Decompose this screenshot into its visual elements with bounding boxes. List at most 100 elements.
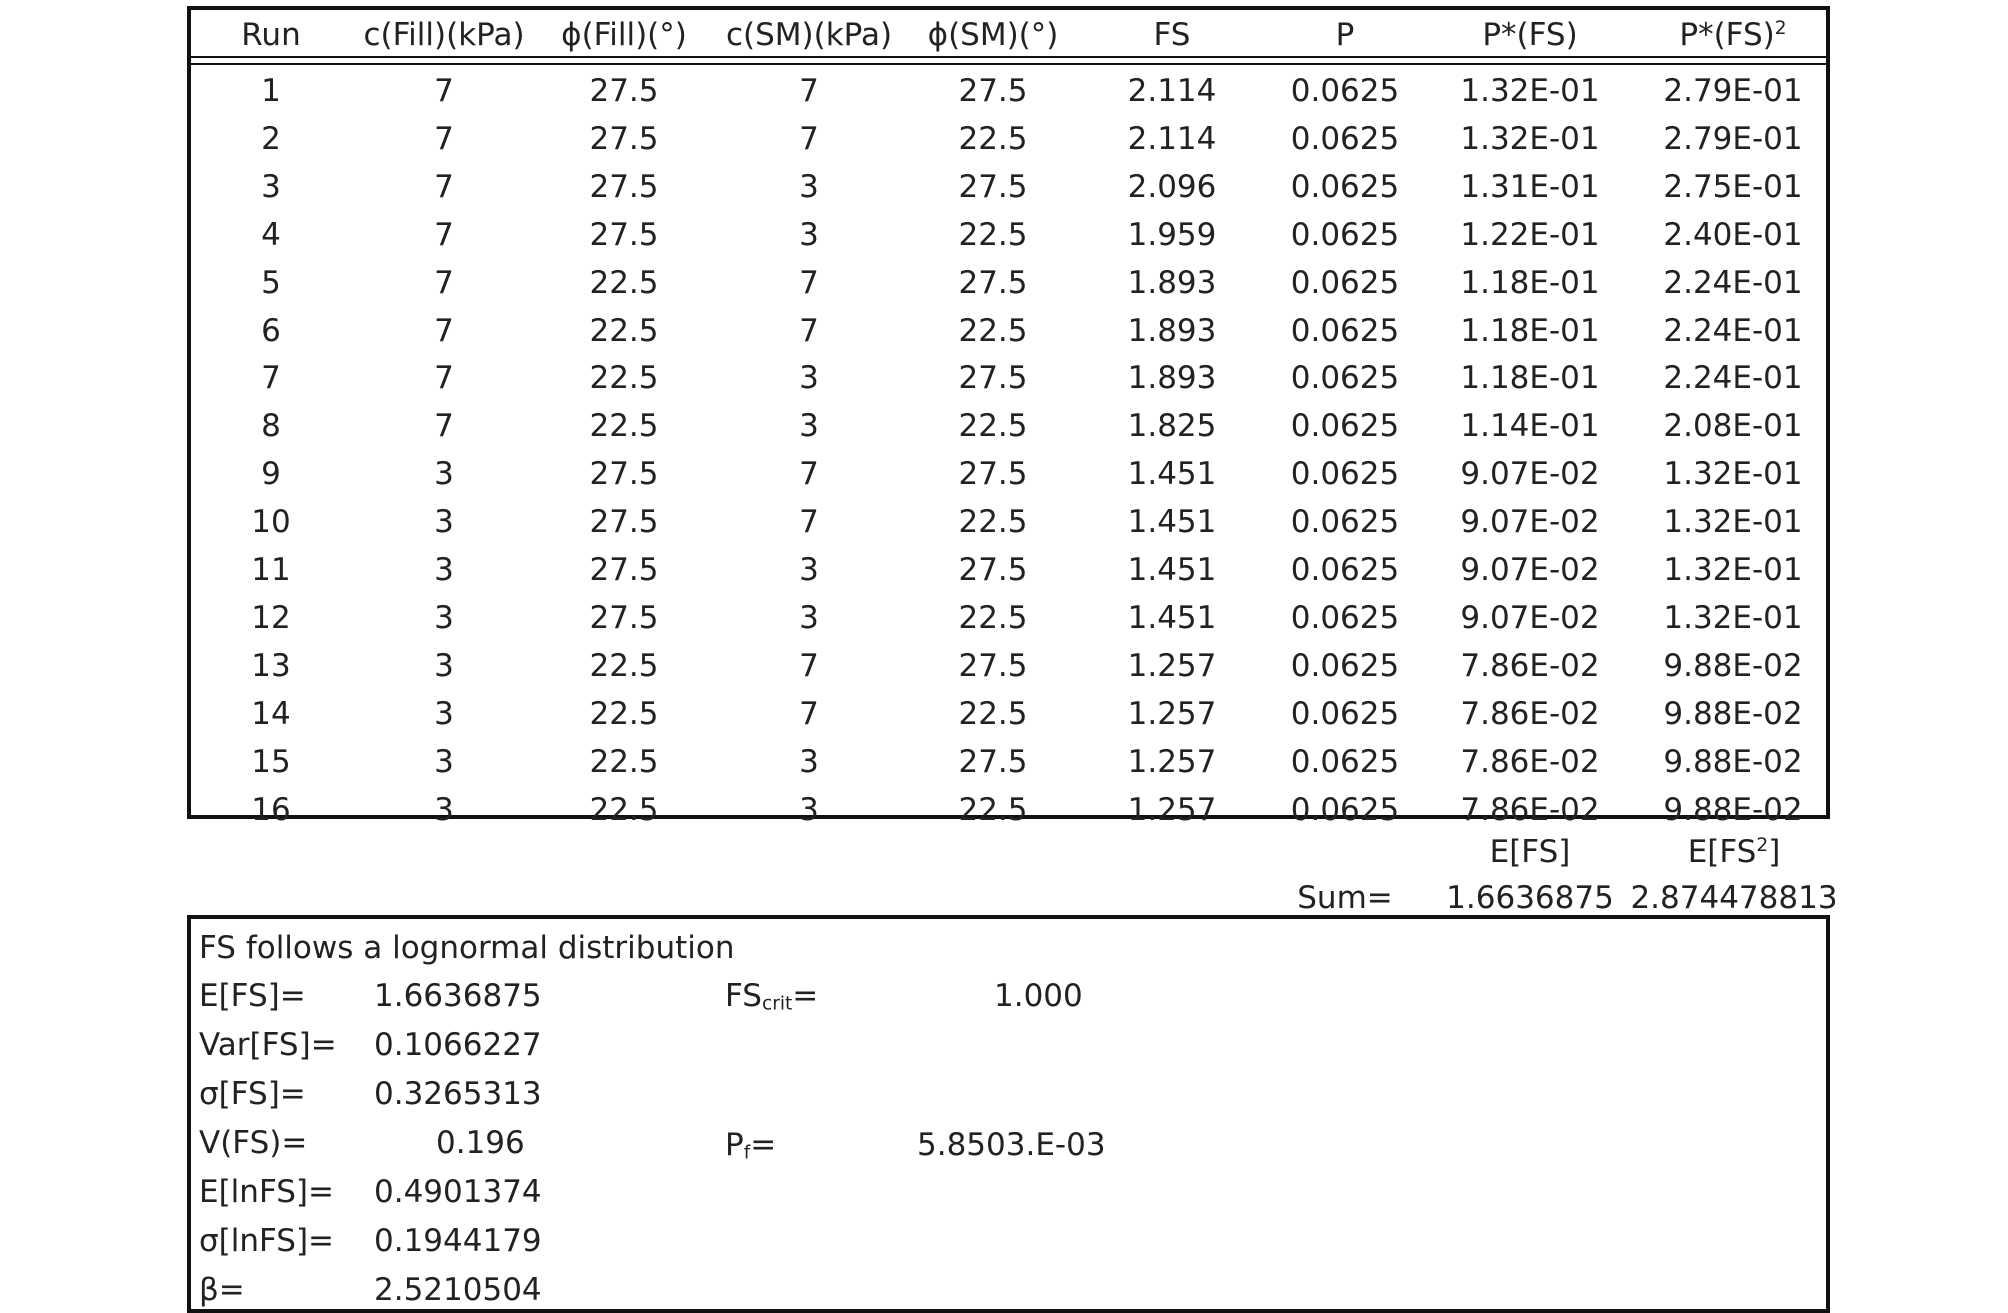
table-cell: 0.0625 (1290, 312, 1400, 349)
table-cell: 3 (434, 791, 454, 828)
table-cell: 10 (251, 504, 291, 541)
table-cell: 9.07E-02 (1460, 456, 1600, 493)
header-divider (191, 56, 1826, 58)
table-cell: 27.5 (589, 73, 659, 109)
table-cell: 22.5 (589, 743, 659, 780)
table-cell: 22.5 (958, 504, 1028, 541)
table-cell: 3 (434, 456, 454, 493)
table-cell: 0.0625 (1290, 743, 1400, 780)
table-row: 7 7 22.5 3 27.5 1.893 0.0625 1.18E-01 2.24E-01 (191, 357, 1826, 397)
table-row: 4 7 27.5 3 22.5 1.959 0.0625 1.22E-01 2.40E-01 (191, 214, 1826, 254)
lognormal-box: FS follows a lognormal distribution E[FS… (187, 915, 1830, 1313)
table-cell: 7 (434, 312, 454, 349)
table-cell: 22.5 (589, 408, 659, 445)
table-cell: 0.0625 (1290, 504, 1400, 541)
table-row: 9 3 27.5 7 27.5 1.451 0.0625 9.07E-02 1.32E-01 (191, 453, 1826, 493)
stat-label: β= (199, 1272, 245, 1308)
table-cell: 1.825 (1127, 408, 1217, 445)
table-cell: 8 (261, 408, 281, 445)
table-cell: 0.0625 (1290, 360, 1400, 397)
table-cell: 1.18E-01 (1460, 312, 1600, 349)
table-cell: 7 (434, 264, 454, 301)
efs-column-label: E[FS] (1489, 834, 1571, 870)
table-cell: 7 (799, 456, 819, 493)
table-cell: 1.451 (1127, 552, 1217, 588)
table-cell: 0.0625 (1290, 168, 1400, 205)
table-cell: 11 (251, 552, 291, 588)
table-cell: 9.88E-02 (1663, 647, 1803, 684)
table-cell: 12 (251, 599, 291, 636)
table-cell: 0.0625 (1290, 647, 1400, 684)
table-cell: 4 (261, 216, 281, 253)
table-row: 10 3 27.5 7 22.5 1.451 0.0625 9.07E-02 1.32E-01 (191, 501, 1826, 541)
table-cell: 27.5 (958, 73, 1028, 109)
table-cell: 1.32E-01 (1663, 599, 1803, 636)
sum-label: Sum= (1297, 880, 1393, 916)
table-cell: 7 (799, 264, 819, 301)
table-cell: 1.32E-01 (1460, 120, 1600, 157)
table-cell: 27.5 (589, 216, 659, 253)
table-cell: 13 (251, 647, 291, 684)
stat-label: V(FS)= (199, 1125, 308, 1161)
table-cell: 27.5 (958, 552, 1028, 588)
table-cell: 7.86E-02 (1460, 695, 1600, 732)
table-cell: 22.5 (958, 599, 1028, 636)
table-cell: 2.75E-01 (1663, 168, 1803, 205)
table-cell: 1.451 (1127, 504, 1217, 541)
table-cell: 0.0625 (1290, 264, 1400, 301)
table-cell: 27.5 (589, 552, 659, 588)
table-cell: 3 (434, 695, 454, 732)
table-row: 5 7 22.5 7 27.5 1.893 0.0625 1.18E-01 2.24E-01 (191, 262, 1826, 302)
column-header: P*(FS) (1482, 17, 1578, 53)
table-cell: 1 (261, 73, 281, 109)
table-cell: 27.5 (958, 456, 1028, 493)
table-cell: 22.5 (958, 791, 1028, 828)
table-cell: 27.5 (589, 120, 659, 157)
table-cell: 1.893 (1127, 312, 1217, 349)
table-cell: 9.07E-02 (1460, 504, 1600, 541)
column-header: FS (1153, 17, 1191, 53)
table-cell: 3 (434, 647, 454, 684)
table-row: 1 7 27.5 7 27.5 2.114 0.0625 1.32E-01 2.79E-01 (191, 70, 1826, 110)
table-cell: 9.88E-02 (1663, 695, 1803, 732)
table-cell: 7 (799, 695, 819, 732)
table-row: 6 7 22.5 7 22.5 1.893 0.0625 1.18E-01 2.24E-01 (191, 310, 1826, 350)
table-cell: 1.959 (1127, 216, 1217, 253)
table-cell: 7 (434, 120, 454, 157)
table-cell: 1.32E-01 (1663, 504, 1803, 541)
table-cell: 15 (251, 743, 291, 780)
table-cell: 2.24E-01 (1663, 360, 1803, 397)
column-header: ϕ(SM)(°) (927, 17, 1059, 53)
table-row: 3 7 27.5 3 27.5 2.096 0.0625 1.31E-01 2.75E-01 (191, 166, 1826, 206)
stat-label: Var[FS]= (199, 1027, 337, 1063)
table-row: 16 3 22.5 3 22.5 1.257 0.0625 7.86E-02 9.88E-02 (191, 789, 1826, 829)
table-cell: 9.88E-02 (1663, 743, 1803, 780)
table-cell: 27.5 (958, 264, 1028, 301)
table-cell: 1.32E-01 (1460, 73, 1600, 109)
table-row: 14 3 22.5 7 22.5 1.257 0.0625 7.86E-02 9.88E-02 (191, 693, 1826, 733)
table-row: 15 3 22.5 3 27.5 1.257 0.0625 7.86E-02 9.88E-02 (191, 741, 1826, 781)
table-cell: 2 (261, 120, 281, 157)
column-header: P*(FS)2 (1679, 17, 1787, 53)
table-cell: 7 (799, 73, 819, 109)
column-header: P (1335, 17, 1355, 53)
table-cell: 3 (799, 791, 819, 828)
pf-value: 5.8503.E-03 (917, 1127, 1106, 1163)
fscrit-label: FScrit= (725, 978, 819, 1015)
table-cell: 1.451 (1127, 599, 1217, 636)
table-cell: 7 (434, 408, 454, 445)
table-cell: 7 (434, 216, 454, 253)
table-cell: 27.5 (589, 599, 659, 636)
table-cell: 7 (799, 120, 819, 157)
table-cell: 0.0625 (1290, 552, 1400, 588)
table-cell: 7.86E-02 (1460, 791, 1600, 828)
table-cell: 2.08E-01 (1663, 408, 1803, 445)
table-cell: 6 (261, 312, 281, 349)
table-cell: 3 (799, 168, 819, 205)
table-cell: 27.5 (589, 456, 659, 493)
table-cell: 7 (799, 647, 819, 684)
table-cell: 9 (261, 456, 281, 493)
table-cell: 7 (799, 504, 819, 541)
header-divider-double (191, 63, 1826, 65)
table-cell: 2.096 (1127, 168, 1217, 205)
